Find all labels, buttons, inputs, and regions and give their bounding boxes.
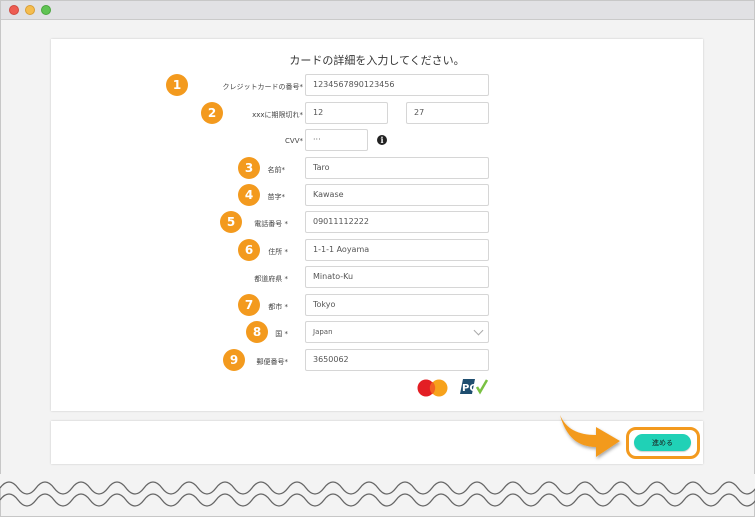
step-badge-9: 9 — [223, 349, 245, 371]
card-number-input[interactable]: 1234567890123456 — [305, 74, 489, 96]
expiry-label: xxxに期限切れ* — [252, 111, 303, 119]
phone-label: 電話番号 * — [254, 220, 288, 228]
country-label: 国 * — [275, 330, 288, 338]
step-badge-4: 4 — [238, 184, 260, 206]
proceed-button[interactable]: 進める — [634, 434, 691, 451]
mastercard-logo — [417, 379, 448, 397]
prefecture-label: 都道府県 * — [254, 275, 288, 283]
step-badge-2: 2 — [201, 102, 223, 124]
city-input[interactable]: Tokyo — [305, 294, 489, 316]
card-number-label: クレジットカードの番号* — [222, 83, 304, 91]
last-name-label: 苗字* — [267, 193, 286, 201]
country-select[interactable]: Japan — [305, 321, 489, 343]
torn-edge-divider — [0, 474, 755, 507]
pointer-arrow-icon — [560, 415, 620, 457]
form-title: カードの詳細を入力してください。 — [289, 54, 465, 67]
cvv-input[interactable]: ··· — [305, 129, 368, 151]
maximize-window-button[interactable] — [41, 5, 51, 15]
phone-input[interactable]: 09011112222 — [305, 211, 489, 233]
card-details-form: カードの詳細を入力してください。 1 クレジットカードの番号* 12345678… — [51, 39, 703, 411]
address-input[interactable]: 1-1-1 Aoyama — [305, 239, 489, 261]
address-label: 住所 * — [268, 248, 288, 256]
first-name-input[interactable]: Taro — [305, 157, 489, 179]
prefecture-input[interactable]: Minato-Ku — [305, 266, 489, 288]
last-name-input[interactable]: Kawase — [305, 184, 489, 206]
first-name-label: 名前* — [267, 166, 286, 174]
minimize-window-button[interactable] — [25, 5, 35, 15]
chevron-down-icon — [473, 325, 484, 336]
expiry-year-input[interactable]: 27 — [406, 102, 489, 124]
title-bar — [1, 1, 754, 20]
step-badge-8: 8 — [246, 321, 268, 343]
country-select-value: Japan — [313, 328, 333, 336]
postal-code-input[interactable]: 3650062 — [305, 349, 489, 371]
pci-logo: PCI — [460, 379, 489, 395]
step-badge-1: 1 — [166, 74, 188, 96]
postal-code-label: 郵便番号* — [256, 358, 289, 366]
city-label: 都市 * — [268, 303, 288, 311]
step-badge-7: 7 — [238, 294, 260, 316]
expiry-month-input[interactable]: 12 — [305, 102, 388, 124]
step-badge-5: 5 — [220, 211, 242, 233]
close-window-button[interactable] — [9, 5, 19, 15]
step-badge-6: 6 — [238, 239, 260, 261]
info-icon[interactable]: i — [377, 135, 387, 145]
cvv-label: CVV* — [285, 137, 303, 145]
step-badge-3: 3 — [238, 157, 260, 179]
